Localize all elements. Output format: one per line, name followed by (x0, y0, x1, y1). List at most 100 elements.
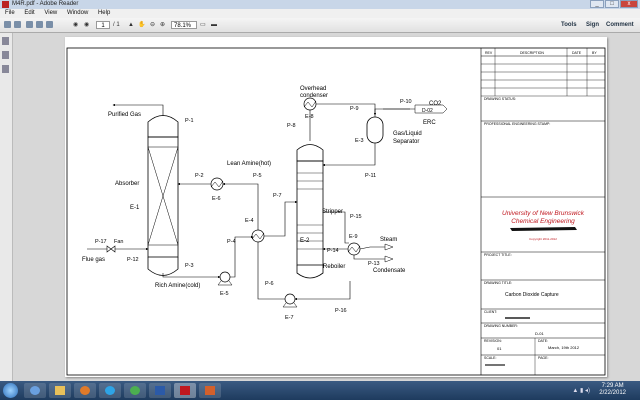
attachments-icon[interactable] (2, 65, 9, 73)
zoom-in-icon[interactable]: ⊕ (160, 21, 165, 29)
fan-label: Fan (114, 239, 123, 245)
clock-date: 2/22/2012 (599, 390, 626, 396)
navigation-pane (0, 33, 13, 381)
window-title: M4R.pdf - Adobe Reader (12, 1, 79, 7)
svg-text:BY: BY (592, 51, 597, 55)
zoom-field[interactable]: 78.1% (171, 21, 197, 29)
email-icon[interactable] (46, 21, 53, 28)
comment-tool-icon[interactable]: ▬ (211, 21, 217, 29)
university-label: University of New Brunswick (502, 210, 585, 217)
e9-label: E-9 (349, 234, 358, 240)
svg-text:PROFESSIONAL ENGINEERING STAMP: PROFESSIONAL ENGINEERING STAMP: (484, 122, 550, 126)
next-page-icon[interactable]: ◉ (84, 21, 89, 29)
menu-file[interactable]: File (5, 10, 15, 16)
taskbar-adobe-reader-icon[interactable] (174, 383, 196, 398)
page-thumbnails-icon[interactable] (2, 37, 9, 45)
menu-window[interactable]: Window (67, 10, 88, 16)
print-icon[interactable] (36, 21, 43, 28)
page-number-input[interactable]: 1 (96, 21, 110, 29)
condensate-connector-icon (384, 255, 394, 263)
d02-label: D-02 (422, 108, 433, 114)
e6-label: E-6 (212, 196, 221, 202)
taskbar-skype-icon[interactable] (99, 383, 121, 398)
pump-e5-icon (219, 271, 231, 283)
svg-text:DESCRIPTION: DESCRIPTION (520, 51, 544, 55)
reboiler-label: Reboiler (323, 264, 345, 270)
hand-tool-icon[interactable]: ✋ (138, 21, 145, 29)
purified-gas-label: Purified Gas (108, 112, 141, 118)
lean-amine-label: Lean Amine(hot) (227, 161, 271, 167)
create-icon[interactable] (14, 21, 21, 28)
sign-pane-button[interactable]: Sign (586, 20, 599, 30)
p7-label: P-7 (273, 193, 282, 199)
p6-label: P-6 (265, 281, 274, 287)
tools-pane-button[interactable]: Tools (561, 20, 577, 30)
svg-text:March, 19th 2012: March, 19th 2012 (548, 345, 580, 350)
svg-text:CLIENT:: CLIENT: (484, 310, 497, 314)
svg-text:DATE:: DATE: (538, 339, 548, 343)
menu-view[interactable]: View (44, 10, 57, 16)
p8-label: P-8 (287, 123, 296, 129)
close-button[interactable]: x (620, 0, 638, 8)
menu-help[interactable]: Help (98, 10, 110, 16)
p12-label: P-12 (127, 257, 139, 263)
title-block: REV DESCRIPTION DATE BY DRAWING STATUS: … (481, 48, 605, 375)
condenser-label: condenser (300, 93, 328, 99)
select-tool-icon[interactable]: ▲ (128, 21, 134, 29)
zoom-out-icon[interactable]: ⊖ (150, 21, 155, 29)
prev-page-icon[interactable]: ◉ (73, 21, 78, 29)
bookmarks-icon[interactable] (2, 51, 9, 59)
svg-text:DRAWING TITLE:: DRAWING TITLE: (484, 281, 512, 285)
svg-text:PROJECT TITLE:: PROJECT TITLE: (484, 253, 512, 257)
toolbar: ◉ ◉ 1 / 1 ▲ ✋ ⊖ ⊕ 78.1% ▭ ▬ Tools Sign C… (0, 18, 640, 33)
clock-time: 7:29 AM (601, 383, 624, 389)
process-flow-diagram: Purified Gas P-1 Absorber E-1 P-17 Fan F… (66, 47, 606, 376)
adobe-reader-icon (2, 1, 9, 8)
p3-label: P-3 (185, 263, 194, 269)
document-area[interactable]: Purified Gas P-1 Absorber E-1 P-17 Fan F… (13, 33, 640, 381)
system-tray[interactable]: ▲ ▮ ◂) (572, 387, 590, 394)
svg-text:REVISION:: REVISION: (484, 339, 502, 343)
window-controls: _ □ x (590, 0, 638, 9)
taskbar-chrome-icon[interactable] (124, 383, 146, 398)
fit-page-icon[interactable]: ▭ (200, 21, 206, 29)
svg-text:REV: REV (485, 51, 493, 55)
svg-text:DRAWING NUMBER:: DRAWING NUMBER: (484, 324, 518, 328)
e1-label: E-1 (130, 205, 140, 211)
taskbar-clock[interactable]: 7:29 AM 2/22/2012 (599, 383, 626, 397)
windows-taskbar: ▲ ▮ ◂) 7:29 AM 2/22/2012 (0, 381, 640, 400)
e4-label: E-4 (245, 218, 254, 224)
save-icon[interactable] (26, 21, 33, 28)
taskbar-word-icon[interactable] (149, 383, 171, 398)
window-title-bar: M4R.pdf - Adobe Reader _ □ x (0, 0, 640, 9)
minimize-button[interactable]: _ (590, 0, 604, 8)
erc-label: ERC (423, 120, 436, 126)
co2-label: CO2 (429, 101, 442, 107)
maximize-button[interactable]: □ (605, 0, 619, 8)
condensate-label: Condensate (373, 268, 406, 274)
p2-label: P-2 (195, 173, 204, 179)
stripper-column (296, 144, 324, 279)
p9-label: P-9 (350, 106, 359, 112)
taskbar-explorer-icon[interactable] (24, 383, 46, 398)
open-icon[interactable] (4, 21, 11, 28)
p4-label: P-4 (227, 239, 236, 245)
taskbar-folder-icon[interactable] (49, 383, 71, 398)
e5-label: E-5 (220, 291, 229, 297)
start-button[interactable] (3, 383, 18, 398)
p10-label: P-10 (400, 99, 412, 105)
e2-label: E-2 (300, 238, 310, 244)
drawing-title-value: Carbon Dioxide Capture (505, 292, 559, 298)
comment-pane-button[interactable]: Comment (606, 20, 634, 30)
menu-edit[interactable]: Edit (24, 10, 34, 16)
taskbar-powerpoint-icon[interactable] (199, 383, 221, 398)
overhead-label: Overhead (300, 86, 326, 92)
p17-label: P-17 (95, 239, 107, 245)
absorber-label: Absorber (115, 181, 139, 187)
svg-text:DRAWING STATUS:: DRAWING STATUS: (484, 97, 516, 101)
p15-label: P-15 (350, 214, 362, 220)
steam-label: Steam (380, 237, 397, 243)
p11-label: P-11 (365, 173, 376, 179)
taskbar-media-icon[interactable] (74, 383, 96, 398)
p1-label: P-1 (185, 118, 194, 124)
